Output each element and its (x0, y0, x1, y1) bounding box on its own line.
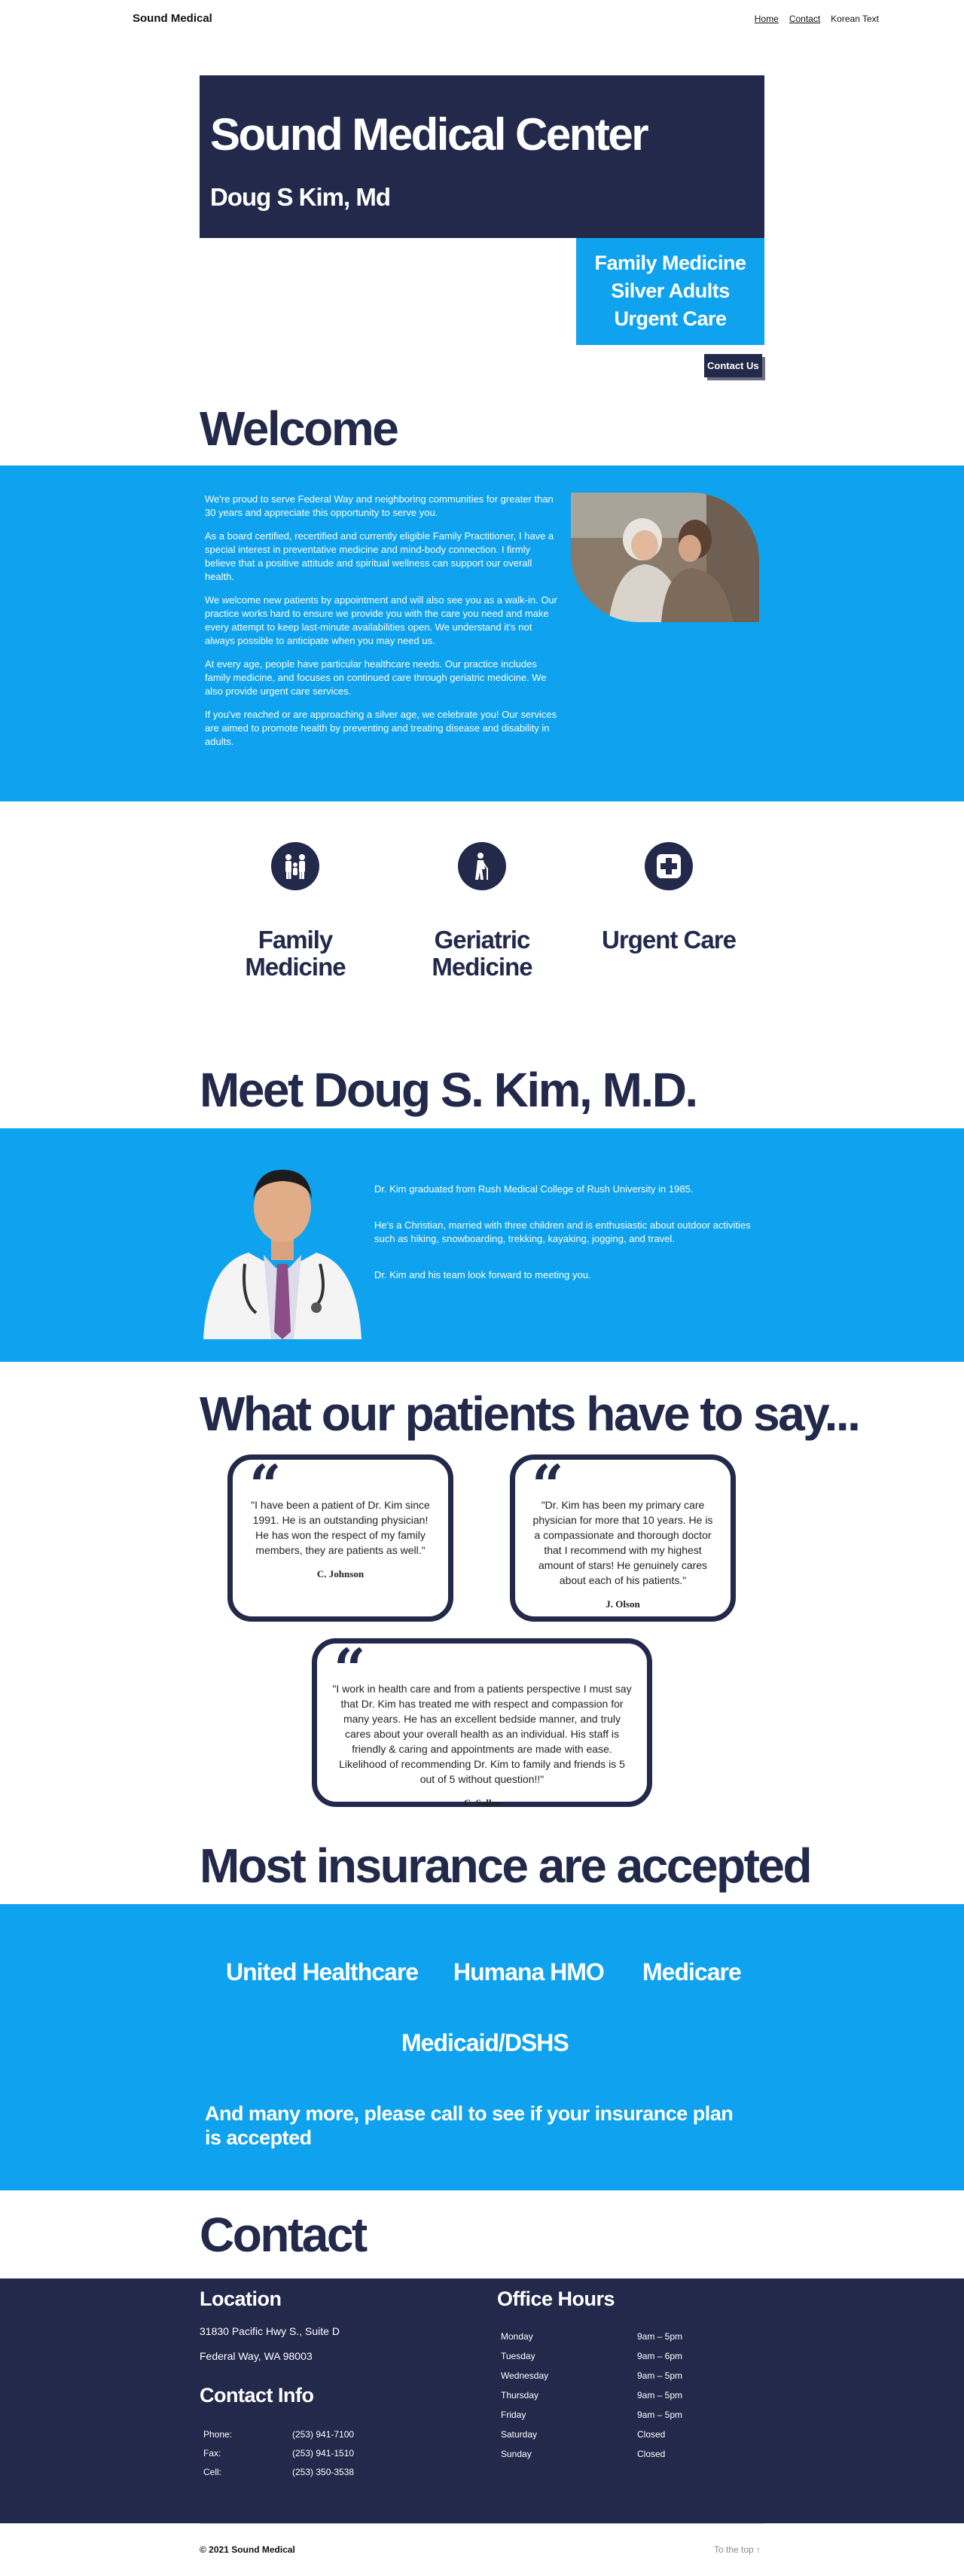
hours-day: Tuesday (501, 2351, 535, 2361)
hours-day: Saturday (501, 2429, 538, 2440)
hero-title: Sound Medical Center (210, 109, 649, 160)
contact-info-heading: Contact Info (200, 2384, 314, 2407)
nav-contact-link[interactable]: Contact (789, 14, 820, 24)
hours-time: 9am – 5pm (637, 2390, 683, 2401)
contact-us-button[interactable]: Contact Us (704, 354, 762, 377)
insurance-more-text: And many more, please call to see if you… (205, 2102, 734, 2149)
nav-korean-link[interactable]: Korean Text (831, 14, 879, 24)
quote-icon: “ (334, 1637, 366, 1702)
insurance-heading: Most insurance are accepted (200, 1839, 813, 1893)
quote-icon: “ (249, 1454, 282, 1518)
hours-time: 9am – 6pm (637, 2351, 683, 2361)
service-label: Geriatric Medicine (432, 926, 532, 981)
meet-paragraph: Dr. Kim graduated from Rush Medical Coll… (374, 1183, 694, 1195)
hours-day: Sunday (501, 2449, 532, 2459)
family-icon (271, 842, 319, 890)
location-heading: Location (200, 2288, 282, 2310)
quote-icon: “ (532, 1454, 564, 1518)
hours-time: Closed (637, 2429, 666, 2440)
contact-info-label: Fax: (203, 2448, 221, 2458)
service-label: Family Medicine (245, 926, 346, 981)
testimonials-heading: What our patients have to say... (200, 1387, 861, 1441)
hours-time: 9am – 5pm (637, 2331, 683, 2342)
hours-time: 9am – 5pm (637, 2410, 683, 2420)
testimonial-author: J. Olson (606, 1598, 640, 1610)
welcome-section: We're proud to serve Federal Way and nei… (0, 465, 964, 801)
main-nav: Home Contact Korean Text (755, 14, 879, 24)
hours-day: Monday (501, 2331, 533, 2342)
contact-info-value[interactable]: (253) 350-3538 (292, 2467, 354, 2477)
contact-info-value[interactable]: (253) 941-7100 (292, 2429, 354, 2440)
contact-heading: Contact (200, 2208, 368, 2262)
hours-day: Wednesday (501, 2370, 549, 2381)
welcome-paragraph: We welcome new patients by appointment a… (205, 594, 557, 646)
hero-service-item: Family Medicine (594, 252, 746, 274)
hero-subtitle: Doug S Kim, Md (210, 183, 391, 211)
testimonial-card: “ "I work in health care and from a pati… (312, 1637, 652, 1808)
meet-paragraph: Dr. Kim and his team look forward to mee… (374, 1269, 591, 1280)
nav-home-link[interactable]: Home (755, 14, 779, 24)
hero-service-item: Urgent Care (614, 307, 727, 330)
contact-section: Location 31830 Pacific Hwy S., Suite D F… (0, 2278, 964, 2523)
testimonial-text: "I work in health care and from a patien… (332, 1683, 632, 1785)
to-top-link[interactable]: To the top ↑ (714, 2544, 761, 2555)
contact-info-label: Phone: (203, 2429, 233, 2440)
hero-services-box: Family Medicine Silver Adults Urgent Car… (576, 238, 764, 345)
hours-time: Closed (637, 2449, 666, 2459)
meet-section: Dr. Kim graduated from Rush Medical Coll… (0, 1128, 964, 1362)
hours-time: 9am – 5pm (637, 2370, 683, 2381)
hero-service-item: Silver Adults (611, 279, 730, 302)
footer-divider (200, 2523, 764, 2524)
welcome-paragraph: If you've reached or are approaching a s… (205, 709, 557, 747)
welcome-paragraph: As a board certified, recertified and cu… (205, 530, 554, 582)
contact-info-label: Cell: (203, 2467, 222, 2477)
insurance-plan: Medicaid/DSHS (401, 2029, 569, 2056)
testimonial-card: “ "Dr. Kim has been my primary care phys… (510, 1454, 736, 1622)
welcome-heading: Welcome (200, 401, 399, 456)
welcome-paragraph: We're proud to serve Federal Way and nei… (205, 493, 554, 518)
service-urgent-care: Urgent Care (593, 842, 744, 954)
insurance-section: United Healthcare Humana HMO Medicare Me… (0, 1904, 964, 2190)
meet-heading: Meet Doug S. Kim, M.D. (200, 1063, 698, 1117)
contact-info-value[interactable]: (253) 941-1510 (292, 2448, 354, 2458)
office-hours-heading: Office Hours (497, 2288, 615, 2310)
insurance-plan: United Healthcare (226, 1958, 419, 1985)
hero-banner: Sound Medical Center Doug S Kim, Md (200, 75, 764, 238)
footer-copyright: © 2021 Sound Medical (200, 2544, 295, 2555)
address-line: 31830 Pacific Hwy S., Suite D (200, 2325, 340, 2337)
service-family-medicine: Family Medicine (220, 842, 371, 981)
insurance-plan: Humana HMO (453, 1958, 605, 1985)
doctor-photo (203, 1151, 362, 1339)
testimonial-author: C. Johnson (316, 1568, 365, 1579)
service-geriatric-medicine: Geriatric Medicine (407, 842, 557, 981)
site-title[interactable]: Sound Medical (133, 12, 212, 25)
meet-text: Dr. Kim graduated from Rush Medical Coll… (374, 1183, 751, 1305)
medical-cross-icon (645, 842, 693, 890)
meet-paragraph: He's a Christian, married with three chi… (374, 1219, 751, 1244)
hours-day: Friday (501, 2410, 526, 2420)
service-label: Urgent Care (602, 926, 737, 954)
address-line: Federal Way, WA 98003 (200, 2350, 313, 2362)
testimonial-author: C. Sallee (463, 1797, 501, 1808)
welcome-paragraph: At every age, people have particular hea… (205, 658, 547, 697)
welcome-photo (571, 493, 759, 622)
welcome-text: We're proud to serve Federal Way and nei… (205, 493, 563, 758)
elderly-person-icon (458, 842, 506, 890)
hours-day: Thursday (501, 2390, 539, 2401)
testimonial-card: “ "I have been a patient of Dr. Kim sinc… (227, 1454, 453, 1622)
insurance-plan: Medicare (642, 1958, 742, 1985)
